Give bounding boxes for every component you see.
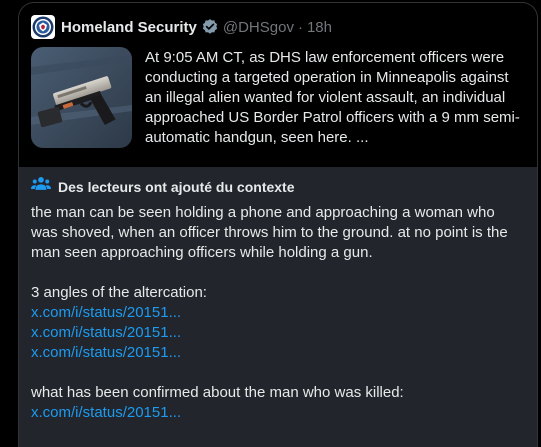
community-note-body: the man can be seen holding a phone and … xyxy=(31,203,521,443)
community-note: Des lecteurs ont ajouté du contexte the … xyxy=(18,167,538,447)
tweet-author-name[interactable]: Homeland Security xyxy=(61,19,197,36)
handgun-photo[interactable] xyxy=(31,47,132,148)
note-paragraph: the man can be seen holding a phone and … xyxy=(31,204,508,261)
community-note-header: Des lecteurs ont ajouté du contexte xyxy=(31,175,295,198)
dhs-seal-icon[interactable] xyxy=(31,15,55,39)
header-separator: · xyxy=(297,18,303,36)
note-link[interactable]: x.com/i/status/20151... xyxy=(31,403,521,423)
tweet-text: At 9:05 AM CT, as DHS law enforcement of… xyxy=(145,49,520,146)
verified-badge-icon xyxy=(201,18,219,36)
tweet-timestamp[interactable]: 18h xyxy=(307,19,332,36)
note-angles-heading: 3 angles of the altercation: xyxy=(31,284,207,301)
note-angles-section: 3 angles of the altercation: x.com/i/sta… xyxy=(31,283,521,363)
quoted-tweet-card[interactable]: Homeland Security @DHSgov · 18h At 9:05 … xyxy=(18,2,538,167)
tweet-header: Homeland Security @DHSgov · 18h xyxy=(31,14,332,40)
people-icon xyxy=(31,175,51,198)
note-link[interactable]: x.com/i/status/20151... xyxy=(31,303,521,323)
note-confirmed-section: what has been confirmed about the man wh… xyxy=(31,383,521,423)
note-confirmed-heading: what has been confirmed about the man wh… xyxy=(31,384,404,401)
community-note-label: Des lecteurs ont ajouté du contexte xyxy=(58,178,295,195)
tweet-author-handle[interactable]: @DHSgov xyxy=(223,19,294,36)
note-link[interactable]: x.com/i/status/20151... xyxy=(31,323,521,343)
note-link[interactable]: x.com/i/status/20151... xyxy=(31,343,521,363)
